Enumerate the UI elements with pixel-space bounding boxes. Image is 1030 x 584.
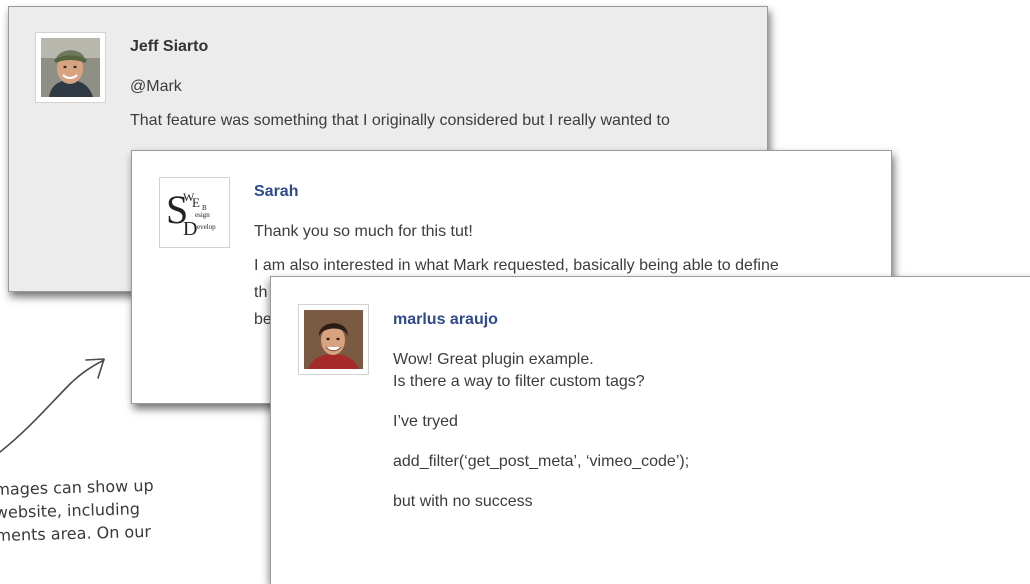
young-man-photo-avatar-icon [304,310,363,369]
web-design-develop-logo-icon: S W E B esign D evelop [165,183,224,242]
comment-text: but with no success [393,493,533,510]
logo-word-develop: evelop [197,223,216,231]
comment-body: Jeff Siarto @Mark That feature was somet… [130,37,670,131]
comment-text: I am also interested in what Mark reques… [254,257,779,274]
comment-author[interactable]: marlus araujo [393,310,689,330]
logo-letter-d: D [183,218,197,240]
comment-text: add_filter(‘get_post_meta’, ‘vimeo_code’… [393,453,690,470]
comment-reply-to: @Mark [130,78,182,95]
screenshot-stage: mages can show up website, including men… [0,0,1030,584]
comment-text: I’ve tryed [393,413,458,430]
annotation-note: mages can show up website, including men… [0,472,236,547]
comment-author[interactable]: Sarah [254,182,779,202]
comment-card-marlus: marlus araujo Wow! Great plugin example.… [270,276,1030,584]
logo-letter-e: E [192,195,200,210]
comment-text: Thank you so much for this tut! [254,223,473,240]
avatar [298,304,369,375]
comment-text: That feature was something that I origin… [130,112,670,129]
comment-text: Is there a way to filter custom tags? [393,373,645,390]
avatar [35,32,106,103]
comment-author[interactable]: Jeff Siarto [130,37,670,57]
avatar: S W E B esign D evelop [159,177,230,248]
comment-body: marlus araujo Wow! Great plugin example.… [393,310,689,512]
comment-text: Wow! Great plugin example. [393,351,594,368]
man-photo-avatar-icon [41,38,100,97]
